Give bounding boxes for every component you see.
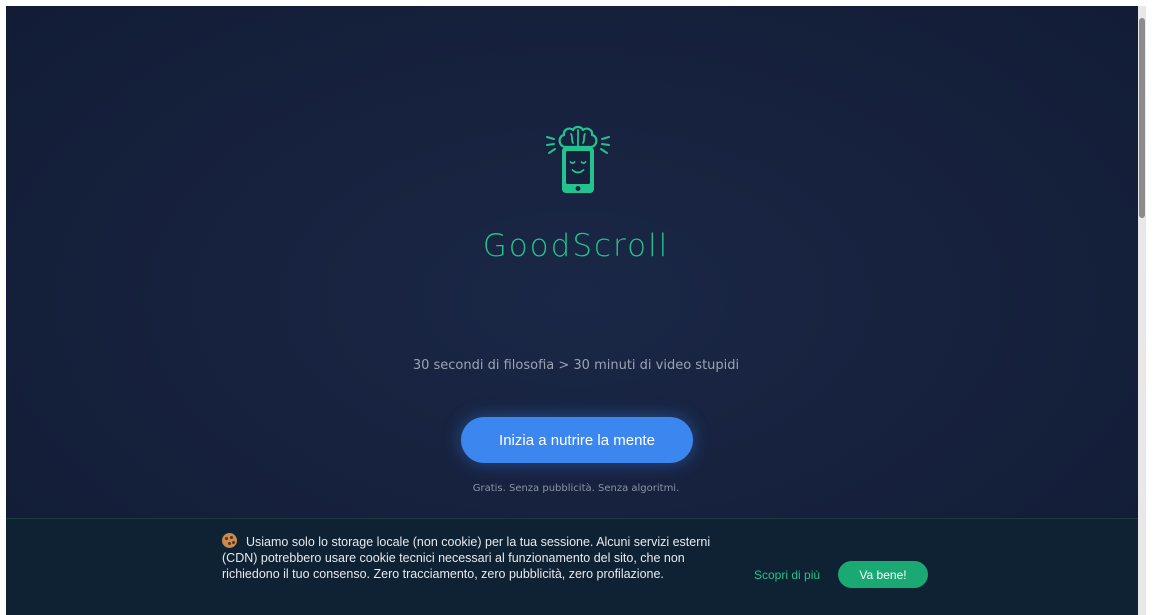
start-button[interactable]: Inizia a nutrire la mente [461,417,693,463]
brand-title: GoodScroll [482,228,670,264]
cookie-message: Usiamo solo lo storage locale (non cooki… [222,533,722,582]
cookie-icon [222,533,237,548]
scrollbar[interactable] [1138,6,1146,615]
hero-note: Gratis. Senza pubblicità. Senza algoritm… [472,483,680,494]
hero-tagline: 30 secondi di filosofia > 30 minuti di v… [412,358,740,373]
learn-more-link[interactable]: Scopri di più [754,568,820,582]
page-frame: GoodScroll 30 secondi di filosofia > 30 … [6,6,1146,615]
accept-button[interactable]: Va bene! [838,561,928,588]
scrollbar-thumb[interactable] [1139,18,1145,218]
brain-smartphone-icon [546,125,610,193]
cookie-text: Usiamo solo lo storage locale (non cooki… [222,535,711,581]
cookie-banner: Usiamo solo lo storage locale (non cooki… [6,518,1138,615]
hero-section: GoodScroll 30 secondi di filosofia > 30 … [6,6,1146,518]
